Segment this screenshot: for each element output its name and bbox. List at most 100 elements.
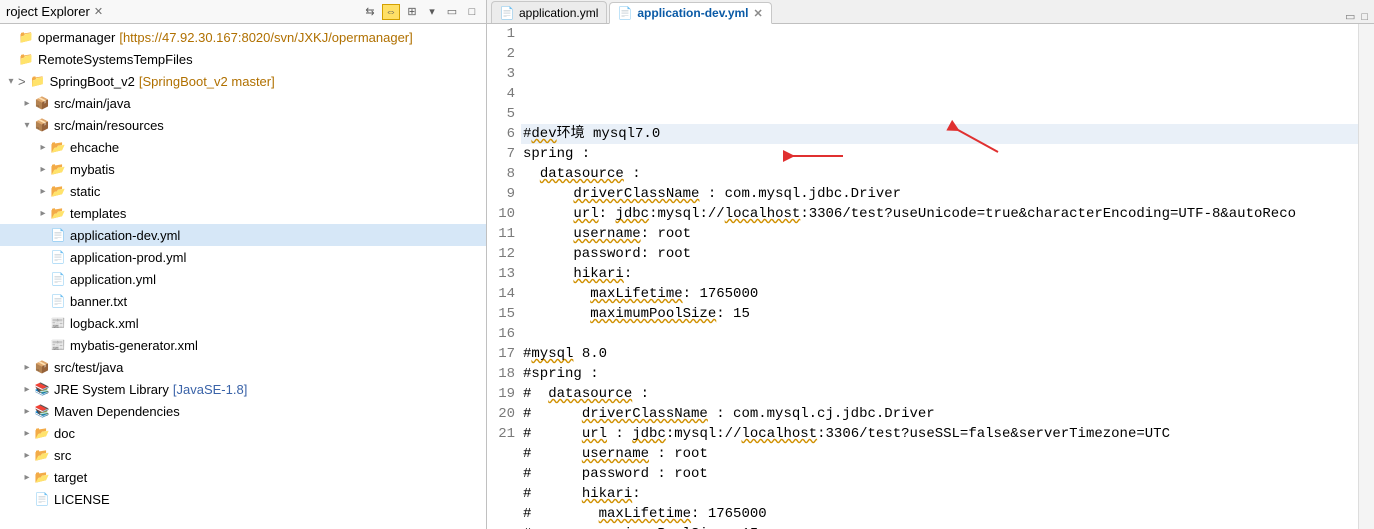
txt-icon: 📄 <box>50 293 66 309</box>
tree-node-opermanager[interactable]: 📁opermanager[https://47.92.30.167:8020/s… <box>0 26 486 48</box>
line-number: 16 <box>487 324 515 344</box>
tree-node-mybatis-generator-xml[interactable]: 📰mybatis-generator.xml <box>0 334 486 356</box>
line-number: 17 <box>487 344 515 364</box>
tree-node-application-yml[interactable]: 📄application.yml <box>0 268 486 290</box>
tree-node-src[interactable]: 📂 src <box>0 444 486 466</box>
editor-area[interactable]: 123456789101112131415161718192021 #dev环境… <box>487 24 1374 529</box>
code-line-17[interactable]: # username : root <box>521 444 1374 464</box>
line-number: 9 <box>487 184 515 204</box>
tree-node-doc[interactable]: 📂doc <box>0 422 486 444</box>
tree-label: src <box>54 448 71 463</box>
tree-node-templates[interactable]: 📂templates <box>0 202 486 224</box>
folder-icon: 📂 <box>34 469 50 485</box>
project-tree[interactable]: 📁opermanager[https://47.92.30.167:8020/s… <box>0 24 486 529</box>
tree-node-license[interactable]: 📄LICENSE <box>0 488 486 510</box>
overview-ruler[interactable] <box>1358 24 1374 529</box>
folder-icon: 📂 <box>50 183 66 199</box>
tree-label: doc <box>54 426 75 441</box>
tree-label: target <box>54 470 87 485</box>
view-menu-icon[interactable]: ▾ <box>424 4 440 20</box>
maximize-icon[interactable]: □ <box>464 4 480 20</box>
code-line-13[interactable]: #spring : <box>521 364 1374 384</box>
panel-header: roject Explorer ✕ ⇆ ⇔ ⊞ ▾ ▭ □ <box>0 0 486 24</box>
code-content[interactable]: #dev环境 mysql7.0spring : datasource : dri… <box>521 24 1374 529</box>
expander-icon[interactable] <box>36 186 50 197</box>
line-number: 13 <box>487 264 515 284</box>
tree-node-jre-system-library[interactable]: 📚JRE System Library[JavaSE-1.8] <box>0 378 486 400</box>
expander-icon[interactable] <box>36 142 50 153</box>
code-line-4[interactable]: driverClassName : com.mysql.jdbc.Driver <box>521 184 1374 204</box>
code-line-21[interactable]: # maximumPoolSize: 15 <box>521 524 1374 529</box>
line-number: 20 <box>487 404 515 424</box>
expander-icon[interactable] <box>20 428 34 439</box>
line-number: 19 <box>487 384 515 404</box>
tree-label: mybatis-generator.xml <box>70 338 198 353</box>
project-icon: 📁 <box>18 29 34 45</box>
tree-node-springboot-v2[interactable]: >📁SpringBoot_v2[SpringBoot_v2 master] <box>0 70 486 92</box>
code-line-18[interactable]: # password : root <box>521 464 1374 484</box>
tree-node-mybatis[interactable]: 📂mybatis <box>0 158 486 180</box>
code-line-15[interactable]: # driverClassName : com.mysql.cj.jdbc.Dr… <box>521 404 1374 424</box>
code-line-10[interactable]: maximumPoolSize: 15 <box>521 304 1374 324</box>
tree-node-application-prod-yml[interactable]: 📄application-prod.yml <box>0 246 486 268</box>
tree-node-application-dev-yml[interactable]: 📄application-dev.yml <box>0 224 486 246</box>
code-line-7[interactable]: password: root <box>521 244 1374 264</box>
tree-node-target[interactable]: 📂 target <box>0 466 486 488</box>
tree-node-remotesystemstempfiles[interactable]: 📁RemoteSystemsTempFiles <box>0 48 486 70</box>
vcs-dirty-marker: > <box>18 74 26 89</box>
tree-node-src-main-resources[interactable]: 📦src/main/resources <box>0 114 486 136</box>
expander-icon[interactable] <box>36 208 50 219</box>
tree-node-src-main-java[interactable]: 📦src/main/java <box>0 92 486 114</box>
code-line-2[interactable]: spring : <box>521 144 1374 164</box>
line-number: 5 <box>487 104 515 124</box>
code-line-11[interactable] <box>521 324 1374 344</box>
code-line-1[interactable]: #dev环境 mysql7.0 <box>521 124 1374 144</box>
tree-node-static[interactable]: 📂static <box>0 180 486 202</box>
expander-icon[interactable] <box>20 450 34 461</box>
tree-label: logback.xml <box>70 316 139 331</box>
code-line-19[interactable]: # hikari: <box>521 484 1374 504</box>
collapse-all-icon[interactable]: ⇆ <box>362 4 378 20</box>
tree-node-src-test-java[interactable]: 📦src/test/java <box>0 356 486 378</box>
expander-icon[interactable] <box>20 472 34 483</box>
line-number: 8 <box>487 164 515 184</box>
tree-node-banner-txt[interactable]: 📄banner.txt <box>0 290 486 312</box>
editor-tab-application-yml[interactable]: 📄application.yml <box>491 1 607 23</box>
expander-icon[interactable] <box>4 76 18 87</box>
code-line-20[interactable]: # maxLifetime: 1765000 <box>521 504 1374 524</box>
code-line-12[interactable]: #mysql 8.0 <box>521 344 1374 364</box>
tree-label: RemoteSystemsTempFiles <box>38 52 193 67</box>
code-line-16[interactable]: # url : jdbc:mysql://localhost:3306/test… <box>521 424 1374 444</box>
expander-icon[interactable] <box>20 384 34 395</box>
tree-node-ehcache[interactable]: 📂ehcache <box>0 136 486 158</box>
expander-icon[interactable] <box>20 120 34 131</box>
code-line-8[interactable]: hikari: <box>521 264 1374 284</box>
line-number: 18 <box>487 364 515 384</box>
code-line-9[interactable]: maxLifetime: 1765000 <box>521 284 1374 304</box>
minimize-icon[interactable]: ▭ <box>444 4 460 20</box>
tree-decoration: [JavaSE-1.8] <box>173 382 247 397</box>
code-line-5[interactable]: url: jdbc:mysql://localhost:3306/test?us… <box>521 204 1374 224</box>
editor-maximize-icon[interactable]: □ <box>1361 11 1368 23</box>
tree-label: application.yml <box>70 272 156 287</box>
expander-icon[interactable] <box>20 406 34 417</box>
panel-close-marker[interactable]: ✕ <box>94 5 103 18</box>
code-line-3[interactable]: datasource : <box>521 164 1374 184</box>
editor-minimize-icon[interactable]: ▭ <box>1345 10 1355 23</box>
focus-icon[interactable]: ⊞ <box>404 4 420 20</box>
tree-label: application-prod.yml <box>70 250 186 265</box>
expander-icon[interactable] <box>20 362 34 373</box>
file-icon: 📄 <box>50 227 66 243</box>
expander-icon[interactable] <box>36 164 50 175</box>
link-with-editor-icon[interactable]: ⇔ <box>382 4 400 20</box>
tab-close-icon[interactable]: ✕ <box>754 7 763 20</box>
line-number: 4 <box>487 84 515 104</box>
code-line-6[interactable]: username: root <box>521 224 1374 244</box>
tree-node-maven-dependencies[interactable]: 📚Maven Dependencies <box>0 400 486 422</box>
editor-tab-application-dev-yml[interactable]: 📄application-dev.yml✕ <box>609 2 771 24</box>
folder-icon: 📂 <box>34 447 50 463</box>
expander-icon[interactable] <box>20 98 34 109</box>
code-line-14[interactable]: # datasource : <box>521 384 1374 404</box>
jre-icon: 📚 <box>34 381 50 397</box>
tree-node-logback-xml[interactable]: 📰logback.xml <box>0 312 486 334</box>
